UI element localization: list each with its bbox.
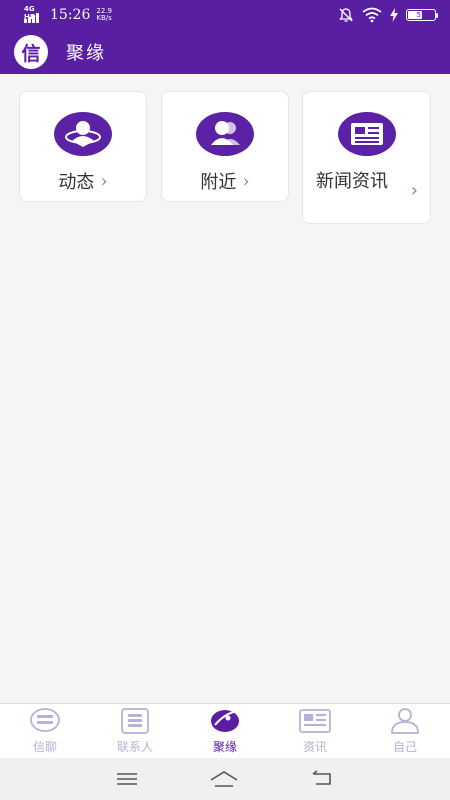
back-icon[interactable] — [310, 770, 334, 788]
card-news-label: 新闻资讯 — [316, 171, 388, 192]
tab-discover[interactable]: 聚缘 — [180, 704, 270, 758]
discover-icon — [211, 710, 239, 732]
menu-icon[interactable] — [116, 771, 138, 787]
tab-news-label: 资讯 — [302, 740, 327, 754]
tab-chat[interactable]: 信聊 — [0, 704, 90, 758]
chevron-right-icon: › — [410, 180, 418, 201]
chat-icon — [30, 708, 60, 732]
home-icon[interactable] — [209, 770, 239, 788]
tab-bar: 信聊 联系人 聚缘 资讯 自己 — [0, 703, 450, 758]
status-bar: 4G HD 15:26 22.9 KB/s — [0, 0, 450, 30]
mute-icon — [339, 8, 353, 22]
app-bar: 信 聚缘 — [0, 30, 450, 74]
news-icon — [337, 112, 396, 156]
nearby-people-icon — [196, 112, 254, 156]
tab-discover-label: 聚缘 — [212, 740, 237, 754]
system-nav-bar — [0, 758, 450, 800]
card-nearby-label: 附近 — [200, 172, 237, 193]
wifi-icon — [362, 7, 382, 23]
speed-unit: KB/s — [96, 14, 112, 22]
tab-chat-label: 信聊 — [32, 740, 57, 754]
app-logo[interactable]: 信 — [14, 35, 48, 69]
chevron-right-icon: › — [242, 170, 250, 192]
contacts-icon — [121, 708, 149, 734]
tab-news[interactable]: 资讯 — [270, 704, 360, 758]
card-moments[interactable]: 动态 › — [19, 91, 147, 202]
profile-icon — [391, 708, 419, 734]
news-icon — [299, 709, 331, 733]
status-time: 15:26 — [50, 7, 91, 23]
status-left: 4G HD 15:26 22.9 KB/s — [24, 5, 112, 25]
battery-icon: 51 — [406, 9, 438, 21]
card-moments-label: 动态 — [58, 172, 95, 193]
tab-profile-label: 自己 — [392, 740, 417, 754]
signal-icon: 4G HD — [24, 5, 44, 25]
network-speed: 22.9 KB/s — [96, 8, 112, 22]
card-nearby[interactable]: 附近 › — [161, 91, 289, 202]
screen: 4G HD 15:26 22.9 KB/s — [0, 0, 450, 800]
charging-icon — [390, 8, 398, 22]
battery-level: 51 — [416, 11, 426, 19]
tab-profile[interactable]: 自己 — [360, 704, 450, 758]
chevron-right-icon: › — [100, 170, 108, 192]
tab-contacts[interactable]: 联系人 — [90, 704, 180, 758]
app-logo-char: 信 — [21, 42, 41, 65]
status-right: 51 — [338, 7, 438, 23]
card-news[interactable]: 新闻资讯 › — [302, 91, 431, 224]
tab-contacts-label: 联系人 — [116, 740, 153, 754]
moments-icon — [54, 112, 112, 156]
page-title: 聚缘 — [66, 43, 106, 64]
